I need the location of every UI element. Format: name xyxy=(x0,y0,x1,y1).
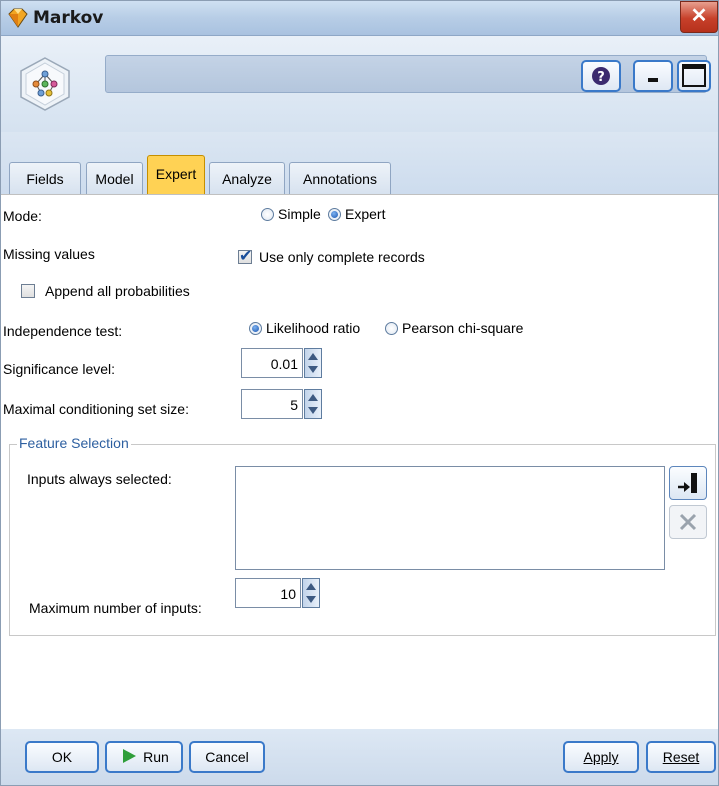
window-title: Markov xyxy=(33,8,104,28)
spinner-arrows[interactable] xyxy=(304,348,322,378)
tab-analyze[interactable]: Analyze xyxy=(209,162,285,194)
inputs-always-selected-label: Inputs always selected: xyxy=(27,471,172,487)
help-button[interactable]: ? xyxy=(581,60,621,92)
feature-selection-legend: Feature Selection xyxy=(17,435,131,451)
bayes-network-node-icon xyxy=(20,57,70,111)
complete-records-label[interactable]: Use only complete records xyxy=(259,249,425,265)
conditioning-set-size-label: Maximal conditioning set size: xyxy=(3,401,189,417)
pearson-chi-square-label[interactable]: Pearson chi-square xyxy=(402,320,523,336)
significance-level-input[interactable]: 0.01 xyxy=(241,348,303,378)
play-icon xyxy=(123,749,137,763)
tab-annotations[interactable]: Annotations xyxy=(289,162,391,194)
spinner-arrows[interactable] xyxy=(302,578,320,608)
node-header: ? xyxy=(1,36,718,132)
button-bar: OK Run Cancel Apply Reset xyxy=(1,729,718,785)
spin-up-icon[interactable] xyxy=(308,394,318,401)
max-inputs-label: Maximum number of inputs: xyxy=(29,600,202,616)
mode-simple-label[interactable]: Simple xyxy=(278,206,321,222)
cancel-button[interactable]: Cancel xyxy=(189,741,265,773)
help-icon: ? xyxy=(592,67,610,85)
run-button[interactable]: Run xyxy=(105,741,183,773)
spin-down-icon[interactable] xyxy=(308,366,318,373)
apply-button[interactable]: Apply xyxy=(563,741,639,773)
append-probabilities-label[interactable]: Append all probabilities xyxy=(45,283,190,299)
svg-text:?: ? xyxy=(597,70,605,85)
mode-expert-label[interactable]: Expert xyxy=(345,206,385,222)
markov-dialog: Markov ✕ ? Fields Model Expert Analyze A… xyxy=(0,0,719,786)
tab-expert[interactable]: Expert xyxy=(147,155,205,194)
minimize-icon xyxy=(648,78,658,82)
conditioning-set-size-input[interactable]: 5 xyxy=(241,389,303,419)
mode-simple-radio[interactable] xyxy=(261,208,274,221)
spin-up-icon[interactable] xyxy=(306,583,316,590)
ok-button[interactable]: OK xyxy=(25,741,99,773)
maximize-button[interactable] xyxy=(677,60,711,92)
tab-fields[interactable]: Fields xyxy=(9,162,81,194)
pearson-chi-square-radio[interactable] xyxy=(385,322,398,335)
append-probabilities-checkbox[interactable] xyxy=(21,284,35,298)
mode-expert-radio[interactable] xyxy=(328,208,341,221)
significance-level-label: Significance level: xyxy=(3,361,116,377)
tab-strip: Fields Model Expert Analyze Annotations xyxy=(1,132,718,194)
delete-icon xyxy=(679,513,697,531)
delete-field-button[interactable] xyxy=(669,505,707,539)
close-icon: ✕ xyxy=(690,5,708,27)
likelihood-ratio-radio[interactable] xyxy=(249,322,262,335)
likelihood-ratio-label[interactable]: Likelihood ratio xyxy=(266,320,360,336)
mode-label: Mode: xyxy=(3,208,42,224)
expert-panel: Mode: Simple Expert Missing values Use o… xyxy=(1,194,718,730)
spin-up-icon[interactable] xyxy=(308,353,318,360)
spinner-arrows[interactable] xyxy=(304,389,322,419)
independence-test-label: Independence test: xyxy=(3,323,123,339)
field-picker-icon xyxy=(678,473,697,493)
spin-down-icon[interactable] xyxy=(308,407,318,414)
diamond-node-icon xyxy=(8,8,28,28)
tab-model[interactable]: Model xyxy=(86,162,143,194)
run-label: Run xyxy=(143,749,169,765)
title-bar[interactable]: Markov ✕ xyxy=(1,1,718,36)
inputs-always-selected-list[interactable] xyxy=(235,466,665,570)
missing-values-label: Missing values xyxy=(3,246,95,262)
max-inputs-input[interactable]: 10 xyxy=(235,578,301,608)
reset-button[interactable]: Reset xyxy=(646,741,716,773)
pick-fields-button[interactable] xyxy=(669,466,707,500)
maximize-icon xyxy=(682,64,706,87)
close-button[interactable]: ✕ xyxy=(680,1,718,33)
spin-down-icon[interactable] xyxy=(306,596,316,603)
minimize-button[interactable] xyxy=(633,60,673,92)
complete-records-checkbox[interactable] xyxy=(238,246,252,266)
